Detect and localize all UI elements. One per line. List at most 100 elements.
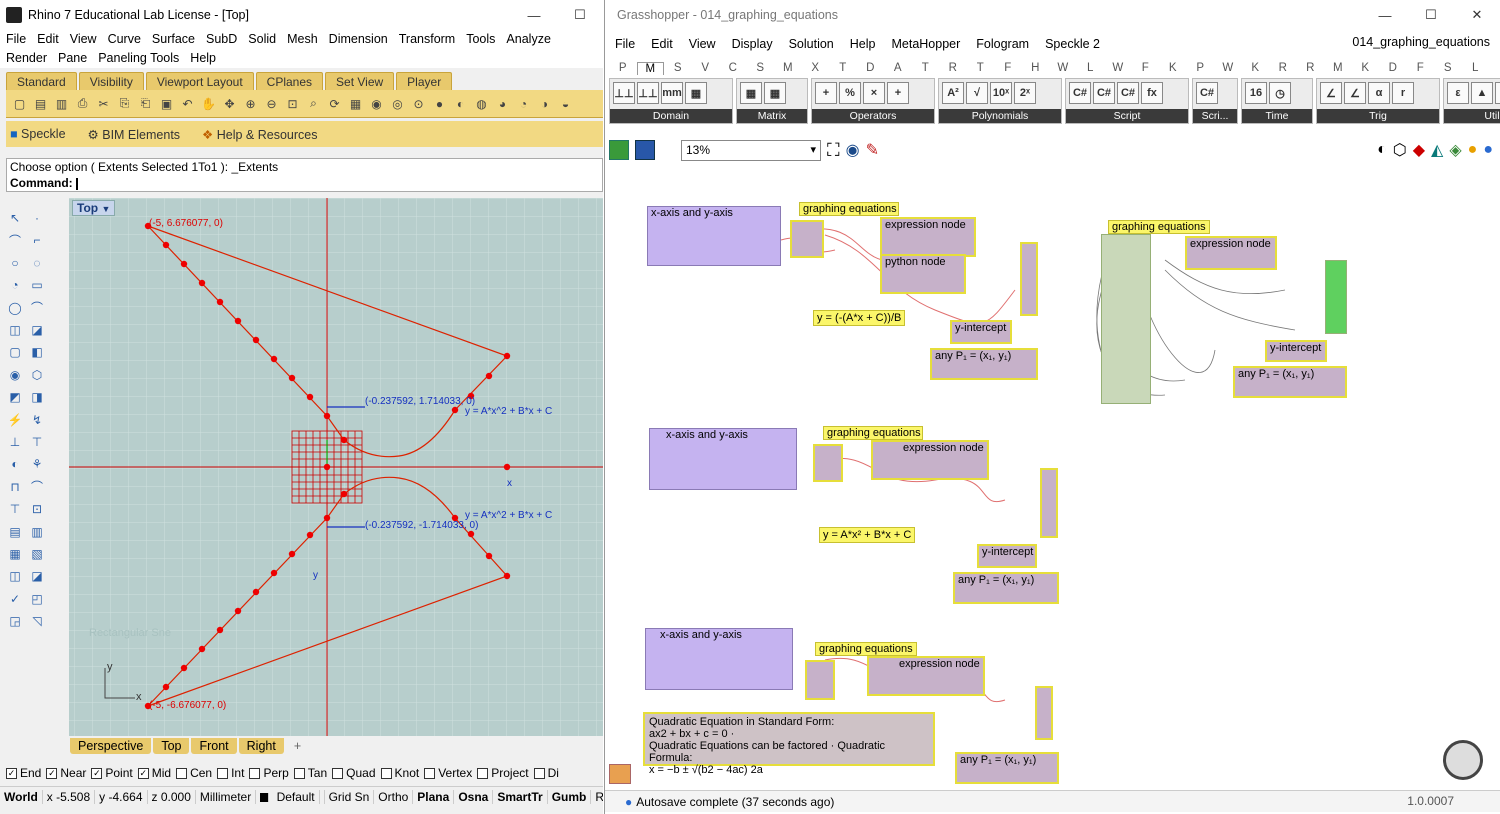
toolbar-tool-8-icon[interactable]: ▣ [157,94,176,113]
left-tool-21-icon[interactable]: ⊥ [6,433,24,451]
curve-point[interactable] [216,626,224,634]
command-area[interactable]: Choose option ( Extents Selected 1To1 ):… [6,158,603,192]
add-viewport-icon[interactable]: + [286,738,309,754]
equation-panel-2[interactable]: y = A*x² + B*x + C [819,527,916,543]
preview-eye-icon[interactable]: ◉ [846,140,860,160]
checkbox-icon[interactable] [424,767,436,779]
any-point-2[interactable]: any P₁ = (x₁, y₁) [1233,366,1347,398]
green-output-node[interactable] [1325,260,1347,334]
left-tool-26-icon[interactable]: ⌒ [28,478,46,496]
curve-point[interactable] [198,645,206,653]
gh-menu-metahopper[interactable]: MetaHopper [891,37,960,51]
display-sphere-icon[interactable]: ● [1483,141,1493,159]
bim-elements-button[interactable]: ⚙ BIM Elements [88,127,181,142]
gh-tab-20[interactable]: F [1132,62,1160,74]
curve-point[interactable] [234,607,242,615]
viewport-tab-top[interactable]: Top [153,738,190,754]
gh-menu-solution[interactable]: Solution [789,37,834,51]
ribbon-component-icon[interactable]: C# [1069,82,1091,104]
curve-point[interactable] [451,406,459,414]
status-layer[interactable]: Default [256,789,325,804]
curve-point[interactable] [162,241,170,249]
toolbar-tool-10-icon[interactable]: ✋ [199,94,218,113]
curve-point[interactable] [180,260,188,268]
checkbox-icon[interactable] [176,767,188,779]
slider-node[interactable] [790,220,824,258]
menu-curve[interactable]: Curve [108,30,141,49]
menu-surface[interactable]: Surface [152,30,195,49]
toolbar-tool-5-icon[interactable]: ✂ [94,94,113,113]
ribbon-group-label[interactable]: Matrix [737,109,807,123]
gh-document-name[interactable]: 014_graphing_equations [1352,35,1490,49]
ribbon-component-icon[interactable]: × [863,82,885,104]
left-tool-12-icon[interactable]: ◪ [28,321,46,339]
ribbon-component-icon[interactable]: C# [1196,82,1218,104]
checkbox-icon[interactable] [533,767,545,779]
menu-tools[interactable]: Tools [466,30,495,49]
toolbar-tool-15-icon[interactable]: ⌕ [304,94,323,113]
ribbon-component-icon[interactable]: ▦ [685,82,707,104]
left-tool-34-icon[interactable]: ◪ [28,567,46,585]
curve-point[interactable] [252,588,260,596]
toolbar-tool-26-icon[interactable]: ◑ [535,94,554,113]
checkbox-icon[interactable] [477,767,489,779]
left-tool-27-icon[interactable]: ⊤ [6,500,24,518]
group-axis-2[interactable]: x-axis and y-axis [649,428,797,490]
viewport-tab-front[interactable]: Front [191,738,237,754]
preview-selected-icon[interactable]: ◭ [1431,140,1443,160]
toolbar-tool-22-icon[interactable]: ◐ [451,94,470,113]
menu-transform[interactable]: Transform [399,30,456,49]
curve-point[interactable] [503,463,511,471]
viewport-menu-icon[interactable]: ▼ [101,204,110,214]
ribbon-group-label[interactable]: Domain [610,109,732,123]
ribbon-component-icon[interactable]: α [1368,82,1390,104]
gh-tab-5[interactable]: C [719,62,747,74]
gh-tab-24[interactable]: K [1242,62,1270,74]
gh-menu-fologram[interactable]: Fologram [976,37,1029,51]
group-axis-3[interactable]: x-axis and y-axis [645,628,793,690]
status-units[interactable]: Millimeter [196,789,257,804]
minimize-icon[interactable]: — [511,8,557,23]
save-file-icon[interactable] [635,140,655,160]
status-cplane[interactable]: World [0,789,43,804]
status-toggle-1[interactable]: Grid Sn [325,789,375,804]
gh-tab-28[interactable]: K [1352,62,1380,74]
status-toggle-7[interactable]: Record H [591,790,603,804]
any-point-1[interactable]: any P₁ = (x₁, y₁) [930,348,1038,380]
toolbar-tool-20-icon[interactable]: ⊙ [409,94,428,113]
left-tool-7-icon[interactable]: ◔ [6,276,24,294]
left-tool-17-icon[interactable]: ◩ [6,388,24,406]
left-tool-30-icon[interactable]: ▥ [28,523,46,541]
gh-menu-display[interactable]: Display [732,37,773,51]
left-tool-35-icon[interactable]: ✓ [6,590,24,608]
ribbon-component-icon[interactable]: ▲ [1471,82,1493,104]
checkbox-icon[interactable] [380,767,392,779]
gh-tab-11[interactable]: A [884,62,912,74]
left-tool-22-icon[interactable]: ⊤ [28,433,46,451]
viewport-label[interactable]: Top ▼ [72,200,116,216]
curve-point[interactable] [288,374,296,382]
left-tool-24-icon[interactable]: ⚘ [28,455,46,473]
left-tool-38-icon[interactable]: ◹ [28,612,46,630]
toolbar-tool-9-icon[interactable]: ↶ [178,94,197,113]
ribbon-component-icon[interactable]: ∫ [1495,82,1500,104]
menu-help[interactable]: Help [190,49,216,68]
gh-tab-8[interactable]: X [802,62,830,74]
left-tool-33-icon[interactable]: ◫ [6,567,24,585]
curve-point[interactable] [485,372,493,380]
gh-close-icon[interactable]: ✕ [1454,7,1500,23]
gh-tab-18[interactable]: L [1077,62,1105,74]
gh-tab-21[interactable]: K [1159,62,1187,74]
gh-tab-32[interactable]: L [1462,62,1490,74]
gh-tab-26[interactable]: R [1297,62,1325,74]
gh-menu-file[interactable]: File [615,37,635,51]
y-intercept-1[interactable]: y-intercept [950,320,1012,344]
checkbox-icon[interactable] [249,767,261,779]
left-tool-1-icon[interactable]: ↖ [6,209,24,227]
checkbox-icon[interactable] [217,767,229,779]
toolbar-tool-2-icon[interactable]: ▤ [31,94,50,113]
left-tool-32-icon[interactable]: ▧ [28,545,46,563]
green-input-column[interactable] [1101,234,1151,404]
shaded-icon[interactable]: ◆ [1413,140,1425,160]
toolbar-tool-3-icon[interactable]: ▥ [52,94,71,113]
